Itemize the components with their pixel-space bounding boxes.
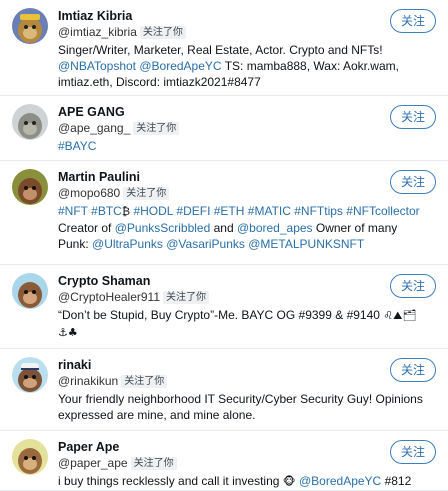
user-handle[interactable]: @paper_ape: [58, 456, 128, 470]
user-name[interactable]: Imtiaz Kibria: [58, 8, 370, 24]
follow-button[interactable]: 关注: [390, 170, 436, 194]
user-row[interactable]: Paper Ape @paper_ape 关注了你 i buy things re…: [0, 431, 448, 491]
bio-text: i buy things recklessly and call it inve…: [58, 474, 283, 488]
mention-link[interactable]: @METALPUNKSNFT: [248, 237, 364, 251]
user-handle[interactable]: @CryptoHealer911: [58, 290, 160, 304]
hashtag-link[interactable]: #DEFI: [176, 204, 210, 218]
user-bio: “Don’t be Stupid, Buy Crypto”-Me. BAYC O…: [58, 307, 430, 341]
avatar[interactable]: [12, 169, 48, 205]
avatar[interactable]: [12, 8, 48, 44]
user-handle[interactable]: @imtiaz_kibria: [58, 25, 137, 39]
mention-link[interactable]: @bored_apes: [237, 221, 313, 235]
follow-button[interactable]: 关注: [390, 274, 436, 298]
mention-link[interactable]: @BoredApeYC: [299, 474, 381, 488]
follow-button[interactable]: 关注: [390, 105, 436, 129]
bio-text: Your friendly neighborhood IT Security/C…: [58, 392, 423, 422]
avatar[interactable]: [12, 273, 48, 309]
mention-link[interactable]: @NBATopshot: [58, 59, 136, 73]
mention-link[interactable]: @PunksScribbled: [115, 221, 211, 235]
user-name[interactable]: rinaki: [58, 357, 370, 373]
user-row[interactable]: APE GANG @ape_gang_ 关注了你 #BAYC 关注: [0, 96, 448, 161]
user-bio: Your friendly neighborhood IT Security/C…: [58, 391, 430, 423]
user-row[interactable]: Crypto Shaman @CryptoHealer911 关注了你 “Don’…: [0, 265, 448, 349]
user-row[interactable]: Imtiaz Kibria @imtiaz_kibria 关注了你 Singer/…: [0, 0, 448, 96]
hashtag-link[interactable]: #MATIC: [248, 204, 291, 218]
follow-button[interactable]: 关注: [390, 9, 436, 33]
bio-text: “Don’t be Stupid, Buy Crypto”-Me. BAYC O…: [58, 308, 384, 322]
hashtag-link[interactable]: #NFTcollector: [346, 204, 419, 218]
follow-button[interactable]: 关注: [390, 358, 436, 382]
user-bio: Singer/Writer, Marketer, Real Estate, Ac…: [58, 42, 430, 90]
mention-link[interactable]: @VasariPunks: [166, 237, 245, 251]
hashtag-link[interactable]: #BAYC: [58, 139, 96, 153]
bio-emoji: ₿: [121, 205, 134, 218]
hashtag-link[interactable]: #BTC: [91, 204, 122, 218]
user-bio: #BAYC: [58, 138, 430, 154]
user-handle[interactable]: @ape_gang_: [58, 121, 130, 135]
user-row[interactable]: rinaki @rinakikun 关注了你 Your friendly neig…: [0, 349, 448, 431]
user-row[interactable]: Martin Paulini @mopo680 关注了你 #NFT #BTC₿ #…: [0, 161, 448, 265]
mention-link[interactable]: @UltraPunks: [92, 237, 163, 251]
hashtag-link[interactable]: #HODL: [133, 204, 173, 218]
avatar[interactable]: [12, 357, 48, 393]
follows-you-badge: 关注了你: [130, 457, 177, 470]
follows-you-badge: 关注了你: [133, 122, 180, 135]
bio-text: #812: [381, 474, 412, 488]
hashtag-link[interactable]: #ETH: [214, 204, 245, 218]
user-handle[interactable]: @rinakikun: [58, 374, 118, 388]
user-name[interactable]: Crypto Shaman: [58, 273, 370, 289]
mention-link[interactable]: @BoredApeYC: [139, 59, 221, 73]
user-name[interactable]: Martin Paulini: [58, 169, 370, 185]
user-bio: #NFT #BTC₿ #HODL #DEFI #ETH #MATIC #NFTt…: [58, 203, 430, 252]
follows-you-badge: 关注了你: [163, 291, 210, 304]
user-bio: i buy things recklessly and call it inve…: [58, 473, 430, 490]
follows-you-badge: 关注了你: [139, 26, 186, 39]
avatar[interactable]: [12, 439, 48, 475]
bio-text: Singer/Writer, Marketer, Real Estate, Ac…: [58, 43, 383, 57]
follows-you-badge: 关注了你: [123, 187, 170, 200]
user-name[interactable]: APE GANG: [58, 104, 370, 120]
follows-you-badge: 关注了你: [121, 375, 168, 388]
user-list: Imtiaz Kibria @imtiaz_kibria 关注了你 Singer/…: [0, 0, 448, 491]
follow-button[interactable]: 关注: [390, 440, 436, 464]
avatar[interactable]: [12, 104, 48, 140]
hashtag-link[interactable]: #NFTtips: [294, 204, 343, 218]
bio-text: Creator of: [58, 221, 115, 235]
bio-text: and: [210, 221, 237, 235]
user-handle[interactable]: @mopo680: [58, 186, 120, 200]
hashtag-link[interactable]: #NFT: [58, 204, 88, 218]
user-name[interactable]: Paper Ape: [58, 439, 370, 455]
